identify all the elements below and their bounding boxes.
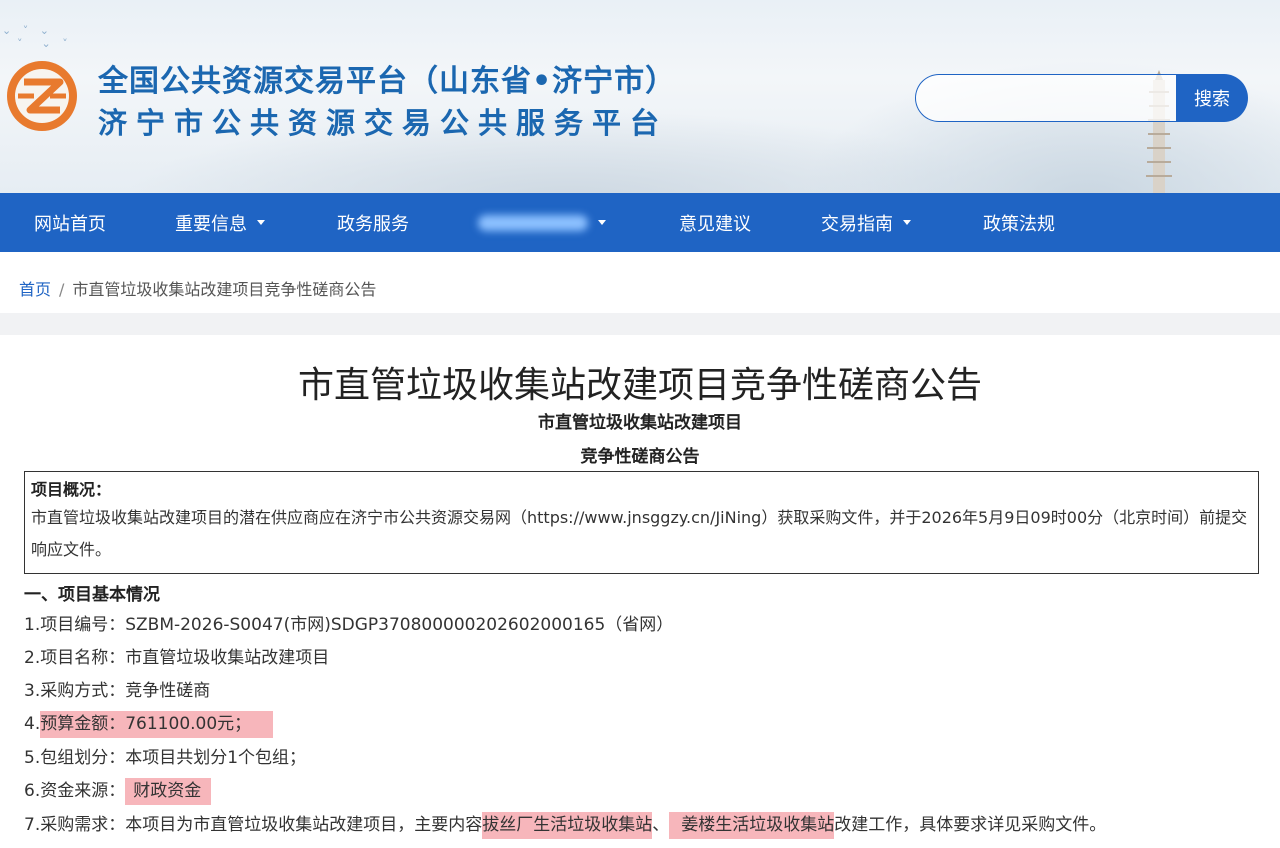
caret-down-icon	[257, 220, 265, 225]
nav-item-label: 交易指南	[821, 213, 893, 235]
nav-item-policies[interactable]: 政策法规	[983, 193, 1055, 252]
caret-down-icon	[598, 220, 606, 225]
nav-item-trading-guide[interactable]: 交易指南	[821, 193, 911, 252]
info-item-separator: 、	[652, 815, 670, 835]
project-overview-box: 项目概况： 市直管垃圾收集站改建项目的潜在供应商应在济宁市公共资源交易网（htt…	[24, 471, 1259, 574]
main-nav: 网站首页 重要信息 政务服务 意见建议 交易指南 政策法规	[0, 193, 1280, 252]
birds-decoration: ⌄ ˅ ⌄ ˅ ⌄ ˅	[2, 24, 72, 50]
overview-text: 市直管垃圾收集站改建项目的潜在供应商应在济宁市公共资源交易网（https://w…	[31, 508, 1248, 559]
info-item-project-number: 1.项目编号：SZBM-2026-S0047(市网)SDGP3708000002…	[24, 615, 674, 635]
info-item-procurement-needs: 7.采购需求：本项目为市直管垃圾收集站改建项目，主要内容拔丝厂生活垃圾收集站、姜…	[24, 812, 1107, 839]
breadcrumb-home-link[interactable]: 首页	[19, 280, 51, 299]
site-highlight-2: 姜楼生活垃圾收集站	[669, 812, 835, 839]
redacted-label-icon	[478, 214, 588, 231]
nav-item-label: 政策法规	[983, 213, 1055, 235]
info-item-package-division: 5.包组划分：本项目共划分1个包组；	[24, 748, 307, 768]
nav-item-label: 政务服务	[337, 213, 409, 235]
caret-down-icon	[903, 220, 911, 225]
nav-item-label: 意见建议	[679, 213, 751, 235]
nav-item-label: 网站首页	[34, 213, 106, 235]
site-highlight-1: 拔丝厂生活垃圾收集站	[482, 812, 653, 839]
nav-item-suggestions[interactable]: 意见建议	[679, 193, 751, 252]
info-item-number: 4.	[24, 714, 41, 734]
nav-item-government-services[interactable]: 政务服务	[337, 193, 409, 252]
site-logo-icon[interactable]	[4, 58, 80, 134]
overview-label: 项目概况：	[31, 480, 112, 499]
info-item-text-end: 改建工作，具体要求详见采购文件。	[834, 815, 1107, 835]
info-item-budget: 4.预算金额：761100.00元；	[24, 711, 274, 738]
breadcrumb-separator: /	[59, 280, 65, 299]
info-item-text: 7.采购需求：本项目为市直管垃圾收集站改建项目，主要内容	[24, 815, 483, 835]
info-item-project-name: 2.项目名称：市直管垃圾收集站改建项目	[24, 648, 330, 668]
budget-highlight: 预算金额：761100.00元；	[40, 711, 274, 738]
info-item-label: 6.资金来源：	[24, 781, 126, 801]
nav-item-label: 重要信息	[175, 213, 247, 235]
section-heading-basic-info: 一、项目基本情况	[24, 585, 160, 605]
info-item-fund-source: 6.资金来源： 财政资金	[24, 778, 212, 805]
search-button[interactable]: 搜索	[1176, 74, 1248, 122]
breadcrumb: 首页 / 市直管垃圾收集站改建项目竞争性磋商公告	[19, 276, 376, 300]
fund-source-highlight: 财政资金	[125, 778, 212, 805]
nav-item-home[interactable]: 网站首页	[34, 193, 106, 252]
nav-item-important-info[interactable]: 重要信息	[175, 193, 265, 252]
section-divider	[0, 313, 1280, 335]
site-title-secondary: 济宁市公共资源交易公共服务平台	[98, 106, 669, 140]
info-item-procurement-method: 3.采购方式：竞争性磋商	[24, 681, 211, 701]
search-input[interactable]	[916, 75, 1177, 121]
nav-item-blurred[interactable]	[478, 193, 606, 252]
article-subtitle-notice: 竞争性磋商公告	[580, 447, 700, 467]
search-field[interactable]	[915, 74, 1177, 122]
article-subtitle-project: 市直管垃圾收集站改建项目	[538, 413, 742, 433]
site-title-primary: 全国公共资源交易平台（山东省•济宁市）	[98, 64, 677, 99]
page-title: 市直管垃圾收集站改建项目竞争性磋商公告	[297, 365, 982, 406]
breadcrumb-current: 市直管垃圾收集站改建项目竞争性磋商公告	[72, 280, 377, 299]
